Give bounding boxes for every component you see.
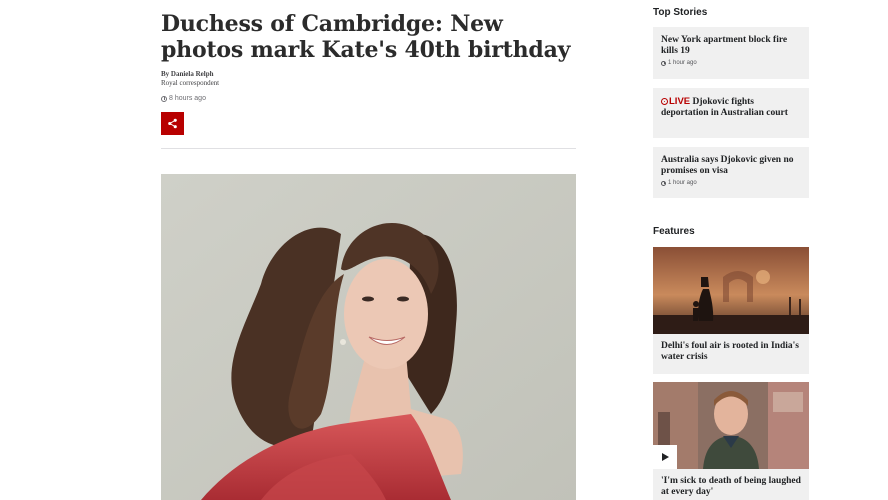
clock-icon bbox=[661, 60, 666, 66]
story-title[interactable]: LIVE Djokovic fights deportation in Aust… bbox=[661, 96, 801, 119]
article-timestamp: 8 hours ago bbox=[161, 95, 206, 102]
feature-image[interactable] bbox=[653, 247, 809, 334]
clock-icon bbox=[661, 180, 666, 186]
live-label: LIVE bbox=[669, 96, 691, 107]
author-name[interactable]: By Daniela Relph bbox=[161, 70, 219, 79]
article-headline: Duchess of Cambridge: New photos mark Ka… bbox=[161, 11, 571, 63]
feature-card-2[interactable]: 'I'm sick to death of being laughed at e… bbox=[653, 382, 809, 500]
story-title[interactable]: New York apartment block fire kills 19 bbox=[661, 35, 801, 57]
feature-title[interactable]: 'I'm sick to death of being laughed at e… bbox=[653, 469, 809, 500]
share-button[interactable] bbox=[161, 112, 184, 135]
features-heading: Features bbox=[653, 226, 695, 237]
story-timestamp: 1 hour ago bbox=[661, 180, 801, 186]
timestamp-text: 8 hours ago bbox=[169, 95, 206, 102]
play-button[interactable] bbox=[653, 445, 677, 469]
story-time-text: 1 hour ago bbox=[668, 180, 697, 186]
top-story-2[interactable]: LIVE Djokovic fights deportation in Aust… bbox=[653, 88, 809, 138]
live-icon bbox=[661, 98, 668, 105]
story-title[interactable]: Australia says Djokovic given no promise… bbox=[661, 155, 801, 177]
divider bbox=[161, 148, 576, 149]
play-icon bbox=[662, 453, 669, 461]
clock-icon bbox=[161, 95, 167, 102]
feature-card-1[interactable]: Delhi's foul air is rooted in India's wa… bbox=[653, 247, 809, 374]
share-icon bbox=[168, 118, 177, 129]
author-role: Royal correspondent bbox=[161, 79, 220, 87]
top-story-1[interactable]: New York apartment block fire kills 19 1… bbox=[653, 27, 809, 79]
feature-image[interactable] bbox=[653, 382, 809, 469]
live-badge: LIVE bbox=[661, 96, 690, 107]
feature-title[interactable]: Delhi's foul air is rooted in India's wa… bbox=[653, 334, 809, 370]
story-time-text: 1 hour ago bbox=[668, 60, 697, 66]
byline: By Daniela Relph Royal correspondent bbox=[161, 70, 219, 88]
story-timestamp: 1 hour ago bbox=[661, 60, 801, 66]
hero-image bbox=[161, 174, 576, 500]
top-story-3[interactable]: Australia says Djokovic given no promise… bbox=[653, 147, 809, 198]
top-stories-heading: Top Stories bbox=[653, 7, 708, 18]
